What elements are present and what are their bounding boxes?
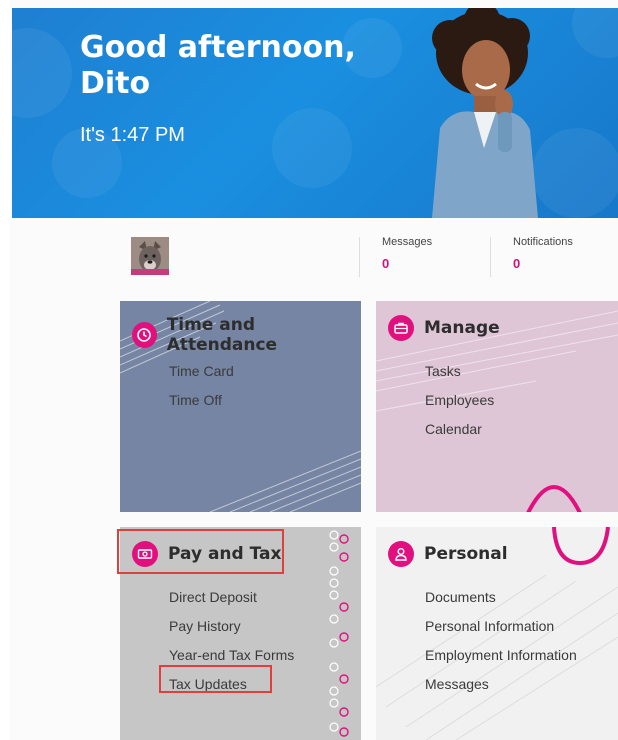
tile-decoration xyxy=(329,530,349,737)
tile-title[interactable]: Time and Attendance xyxy=(132,315,361,355)
highlight-pay-and-tax xyxy=(117,529,284,574)
messages-count[interactable]: 0 xyxy=(382,256,389,271)
link-pay-history[interactable]: Pay History xyxy=(169,612,294,641)
link-tasks[interactable]: Tasks xyxy=(425,357,494,386)
person-icon xyxy=(388,541,414,567)
link-time-card[interactable]: Time Card xyxy=(169,357,234,386)
tile-title-text: Time and Attendance xyxy=(166,315,278,355)
notifications-count[interactable]: 0 xyxy=(513,256,520,271)
greeting-line-1: Good afternoon, xyxy=(80,30,356,65)
dog-avatar-icon xyxy=(131,237,169,275)
greeting-name: Dito xyxy=(80,66,151,101)
link-employees[interactable]: Employees xyxy=(425,386,494,415)
avatar[interactable] xyxy=(131,237,169,275)
link-time-off[interactable]: Time Off xyxy=(169,386,234,415)
tile-title-text: Personal xyxy=(424,544,508,564)
tile-personal[interactable]: Personal Documents Personal Information … xyxy=(376,527,618,740)
tile-manage[interactable]: Manage Tasks Employees Calendar xyxy=(376,301,618,512)
link-messages[interactable]: Messages xyxy=(425,670,577,699)
link-personal-information[interactable]: Personal Information xyxy=(425,612,577,641)
notifications-label[interactable]: Notifications xyxy=(513,236,573,248)
tile-title-text: Manage xyxy=(424,318,500,338)
clock-icon xyxy=(132,322,157,348)
link-employment-information[interactable]: Employment Information xyxy=(425,641,577,670)
briefcase-icon xyxy=(388,315,414,341)
highlight-tax-updates xyxy=(159,665,272,693)
link-calendar[interactable]: Calendar xyxy=(425,415,494,444)
messages-label[interactable]: Messages xyxy=(382,236,432,248)
profile-divider xyxy=(490,237,491,277)
tile-time-and-attendance[interactable]: Time and Attendance Time Card Time Off xyxy=(120,301,361,512)
tile-title[interactable]: Personal xyxy=(388,541,508,567)
current-time: It's 1:47 PM xyxy=(80,124,185,146)
greeting-heading: Good afternoon, Dito xyxy=(80,30,400,102)
profile-divider xyxy=(359,237,360,277)
tile-title[interactable]: Manage xyxy=(388,315,500,341)
welcome-banner: Good afternoon, Dito It's 1:47 PM xyxy=(12,8,618,218)
link-direct-deposit[interactable]: Direct Deposit xyxy=(169,583,294,612)
banner-person-image xyxy=(432,8,538,218)
link-documents[interactable]: Documents xyxy=(425,583,577,612)
